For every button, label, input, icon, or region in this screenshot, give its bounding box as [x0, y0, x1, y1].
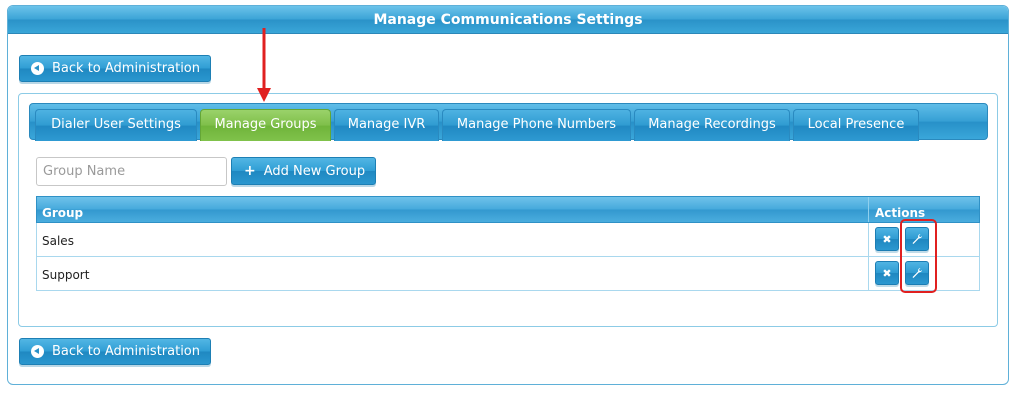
- table-header: Group Actions: [36, 196, 980, 223]
- page-title: Manage Communications Settings: [8, 6, 1008, 34]
- tab-manage-ivr[interactable]: Manage IVR: [334, 109, 439, 141]
- tab-manage-recordings[interactable]: Manage Recordings: [634, 109, 790, 141]
- column-header-group: Group: [42, 206, 84, 220]
- column-divider: [868, 223, 869, 256]
- annotation-arrow: [257, 28, 271, 102]
- tab-manage-groups[interactable]: Manage Groups: [200, 109, 331, 141]
- back-button-label: Back to Administration: [52, 61, 201, 76]
- annotation-highlight-box: [900, 219, 937, 293]
- group-name-cell: Sales: [42, 234, 74, 248]
- back-button-label: Back to Administration: [52, 344, 201, 359]
- add-button-label: Add New Group: [263, 163, 366, 179]
- back-to-administration-button[interactable]: Back to Administration: [19, 55, 212, 82]
- table-row: Sales ✖: [36, 223, 980, 257]
- group-name-cell: Support: [42, 268, 90, 282]
- group-name-input[interactable]: [36, 157, 227, 186]
- settings-panel: Manage Communications Settings Back to A…: [7, 5, 1009, 385]
- groups-table: Group Actions Sales ✖ Support ✖: [36, 196, 980, 291]
- groups-section: Dialer User Settings Manage Groups Manag…: [18, 93, 998, 327]
- column-divider: [868, 257, 869, 290]
- column-divider: [868, 197, 869, 222]
- tab-bar: Dialer User Settings Manage Groups Manag…: [29, 103, 988, 141]
- delete-icon[interactable]: ✖: [875, 227, 899, 251]
- add-new-group-button[interactable]: + Add New Group: [231, 157, 377, 185]
- table-row: Support ✖: [36, 257, 980, 291]
- delete-icon[interactable]: ✖: [875, 261, 899, 285]
- tab-manage-phone-numbers[interactable]: Manage Phone Numbers: [442, 109, 631, 141]
- back-to-administration-button-bottom[interactable]: Back to Administration: [19, 338, 212, 365]
- circle-arrow-left-icon: [31, 62, 44, 75]
- column-header-actions: Actions: [875, 206, 926, 220]
- tab-local-presence[interactable]: Local Presence: [793, 109, 919, 141]
- circle-arrow-left-icon: [31, 345, 44, 358]
- plus-icon: +: [244, 163, 256, 179]
- tab-dialer-user-settings[interactable]: Dialer User Settings: [35, 109, 197, 141]
